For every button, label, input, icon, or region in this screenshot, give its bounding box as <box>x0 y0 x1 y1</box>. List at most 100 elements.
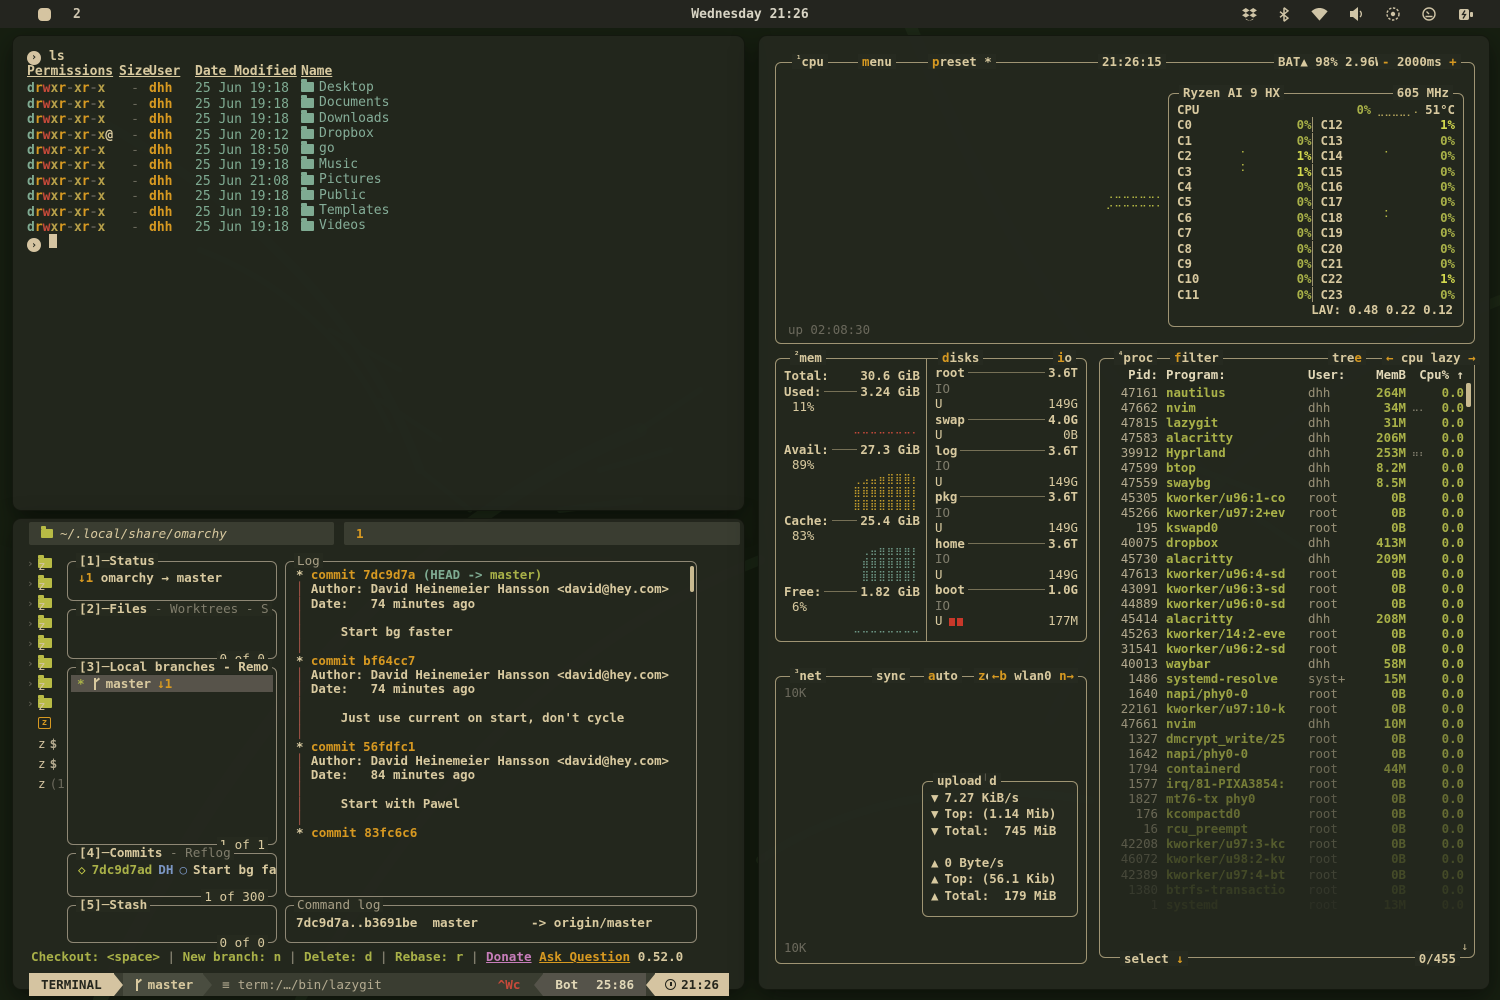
lazygit-status-panel[interactable]: [1]─Status ↓1 omarchy → master <box>67 561 277 601</box>
proc-filter-button[interactable]: filter <box>1170 350 1223 365</box>
file-name-cell[interactable]: Desktop <box>301 80 374 95</box>
lazygit-command-log-panel[interactable]: Command log 7dc9d7a..b3691be master -> o… <box>285 905 697 943</box>
btop-proc-box[interactable]: ⁴proc filter tree ← cpu lazy → Pid: Prog… <box>1099 358 1475 958</box>
commit-entry[interactable]: * commit bf64cc7 │ Author: David Heineme… <box>296 654 688 740</box>
statusline-file[interactable]: ≡term:/…/bin/lazygit <box>212 973 392 996</box>
process-row[interactable]: 47815 lazygit dhh 31M 0.0 <box>1106 415 1464 430</box>
process-row[interactable]: 47583 alacritty dhh 206M 0.0 <box>1106 430 1464 445</box>
process-row[interactable]: 47661 nvim dhh 10M 0.0 <box>1106 716 1464 731</box>
lazygit-stash-panel[interactable]: [5]─Stash 0 of 0 <box>67 905 277 943</box>
file-name-cell[interactable]: Downloads <box>301 111 389 126</box>
header-cpu[interactable]: Cpu% ↑ <box>1406 367 1464 382</box>
proc-sort-selector[interactable]: ← cpu lazy → <box>1382 350 1480 365</box>
tree-item[interactable]: z (1 <box>27 773 71 793</box>
process-row[interactable]: 1640 napi/phy0-0 root 0B 0.0 <box>1106 686 1464 701</box>
header-pid[interactable]: Pid: <box>1106 367 1158 382</box>
file-name-cell[interactable]: go <box>301 141 335 156</box>
process-row[interactable]: 16 rcu_preempt root 0B 0.0 <box>1106 821 1464 836</box>
tree-item[interactable]: › z <box>27 693 71 713</box>
update-interval[interactable]: - 2000ms + <box>1378 54 1461 69</box>
process-row[interactable]: 45730 alacritty dhh 209M 0.0 <box>1106 551 1464 566</box>
winbar-path-segment[interactable]: ~/.local/share/omarchy <box>29 522 334 545</box>
help-rebase[interactable]: Rebase: <box>395 949 448 964</box>
process-row[interactable]: 40075 dropbox dhh 413M 0.0 <box>1106 535 1464 550</box>
process-row[interactable]: 1794 containerd root 44M 0.0 <box>1106 761 1464 776</box>
process-row[interactable]: 40013 waybar dhh 58M 0.0 <box>1106 656 1464 671</box>
header-program[interactable]: Program: <box>1158 367 1308 382</box>
proc-select-hint[interactable]: select ↓ <box>1120 951 1188 966</box>
lazygit-files-panel[interactable]: [2]─Files - Worktrees - S 0 of 0 <box>67 609 277 659</box>
winbar-buffer-segment[interactable]: 1 <box>344 522 740 545</box>
proc-tree-toggle[interactable]: tree <box>1328 350 1366 365</box>
process-row[interactable]: 39912 Hyprland dhh 253M ⠶⠆ 0.0 <box>1106 445 1464 460</box>
donate-link[interactable]: Donate <box>486 949 532 964</box>
header-user[interactable]: User: <box>1308 367 1360 382</box>
tree-item[interactable]: › z <box>27 573 71 593</box>
process-row[interactable]: 1577 irq/81-PIXA3854: root 0B 0.0 <box>1106 776 1464 791</box>
net-interface-switch[interactable]: ←b wlan0 n→ <box>988 668 1078 683</box>
file-name-cell[interactable]: Music <box>301 157 358 172</box>
btop-cpu-box[interactable]: ¹cpu menu preset * 21:26:15 BAT▲ 98% 2.9… <box>775 62 1475 344</box>
process-row[interactable]: 47559 swaybg dhh 8.5M 0.0 <box>1106 475 1464 490</box>
process-row[interactable]: 47662 nvim dhh 34M ⠤⠄ 0.0 <box>1106 400 1464 415</box>
file-name-cell[interactable]: Templates <box>301 203 389 218</box>
process-row[interactable]: 46072 kworker/u98:2-kv root 0B 0.0 <box>1106 851 1464 866</box>
process-row[interactable]: 1 systemd root 13M 0.0 <box>1106 897 1464 912</box>
file-name-cell[interactable]: Public <box>301 188 366 203</box>
process-row[interactable]: 195 kswapd0 root 0B 0.0 <box>1106 520 1464 535</box>
process-row[interactable]: 47599 btop dhh 8.2M 0.0 <box>1106 460 1464 475</box>
net-sync-toggle[interactable]: sync <box>872 668 910 683</box>
process-row[interactable]: 47613 kworker/u96:4-sd root 0B 0.0 <box>1106 566 1464 581</box>
tree-item[interactable]: › z <box>27 653 71 673</box>
proc-box-title[interactable]: ⁴proc <box>1114 350 1157 365</box>
header-memb[interactable]: MemB <box>1360 367 1406 382</box>
process-row[interactable]: 44889 kworker/u96:0-sd root 0B 0.0 <box>1106 596 1464 611</box>
log-scrollbar[interactable] <box>690 566 694 592</box>
tree-item[interactable]: › z <box>27 613 71 633</box>
tree-item[interactable]: z $ <box>27 733 71 753</box>
process-row[interactable]: 1380 btrfs-transactio root 0B 0.0 <box>1106 882 1464 897</box>
process-row[interactable]: 176 kcompactd0 root 0B 0.0 <box>1106 806 1464 821</box>
process-row[interactable]: 1642 napi/phy0-0 root 0B 0.0 <box>1106 746 1464 761</box>
preset-button[interactable]: preset * <box>928 54 996 69</box>
help-new-branch[interactable]: New branch: <box>183 949 266 964</box>
net-box-title[interactable]: ³net <box>790 668 826 683</box>
file-name-cell[interactable]: Dropbox <box>301 126 374 141</box>
net-auto-toggle[interactable]: auto <box>924 668 962 683</box>
process-row[interactable]: 45266 kworker/u97:2+ev root 0B 0.0 <box>1106 505 1464 520</box>
process-row[interactable]: 22161 kworker/u97:10-k root 0B 0.0 <box>1106 701 1464 716</box>
process-row[interactable]: 1827 mt76-tx phy0 root 0B 0.0 <box>1106 791 1464 806</box>
commit-entry-tail[interactable]: * commit 83fc6c6 <box>286 825 696 840</box>
process-row[interactable]: 31541 kworker/u96:2-sd root 0B 0.0 <box>1106 641 1464 656</box>
tree-item[interactable]: › z <box>27 553 71 573</box>
commit-entry[interactable]: * commit 56fdfc1 │ Author: David Heineme… <box>296 740 688 826</box>
lazygit-commits-panel[interactable]: [4]─Commits - Reflog ◇ 7dc9d7ad DH ○ Sta… <box>67 853 277 897</box>
scroll-down-arrow[interactable]: ↓ <box>1461 940 1468 953</box>
terminal-window-lazygit[interactable]: ~/.local/share/omarchy 1 › z › z › z › z <box>12 518 745 990</box>
file-name-cell[interactable]: Documents <box>301 95 389 110</box>
selected-branch-row[interactable]: * master ↓1 <box>71 675 273 692</box>
proc-scrollbar[interactable] <box>1466 383 1471 407</box>
process-row[interactable]: 1327 dmcrypt_write/25 root 0B 0.0 <box>1106 731 1464 746</box>
process-row[interactable]: 47161 nautilus dhh 264M 0.0 <box>1106 385 1464 400</box>
btop-net-box[interactable]: ³net sync auto zero ←b wlan0 n→ 10K 10K … <box>775 676 1087 964</box>
cpu-box-title[interactable]: ¹cpu <box>792 54 828 69</box>
tree-item[interactable]: z $ <box>27 753 71 773</box>
btop-mem-box[interactable]: ²mem disks io Total:30.6 GiB Used:3.24 G… <box>775 358 1087 642</box>
tree-item[interactable]: › z <box>27 633 71 653</box>
statusline-branch[interactable]: master <box>123 973 204 996</box>
terminal-window-ls[interactable]: › ls Permissions Size User Date Modified… <box>12 35 745 511</box>
tree-item[interactable]: z <box>27 713 71 733</box>
shell-prompt-line-2[interactable]: › <box>27 234 730 249</box>
process-row[interactable]: 1486 systemd-resolve syst+ 15M 0.0 <box>1106 671 1464 686</box>
file-name-cell[interactable]: Videos <box>301 218 366 233</box>
process-row[interactable]: 45263 kworker/14:2-eve root 0B 0.0 <box>1106 626 1464 641</box>
menu-button[interactable]: menu <box>858 54 896 69</box>
file-name-cell[interactable]: Pictures <box>301 172 382 187</box>
help-checkout[interactable]: Checkout: <box>31 949 99 964</box>
tree-item[interactable]: › z <box>27 673 71 693</box>
lazygit-branches-panel[interactable]: [3]─Local branches - Remo * master ↓1 1 … <box>67 667 277 845</box>
lazygit-log-panel[interactable]: Log * commit 7dc9d7a (HEAD -> master) │ … <box>285 561 697 897</box>
process-row[interactable]: 43091 kworker/u96:3-sd root 0B 0.0 <box>1106 581 1464 596</box>
process-row[interactable]: 45414 alacritty dhh 208M 0.0 <box>1106 611 1464 626</box>
